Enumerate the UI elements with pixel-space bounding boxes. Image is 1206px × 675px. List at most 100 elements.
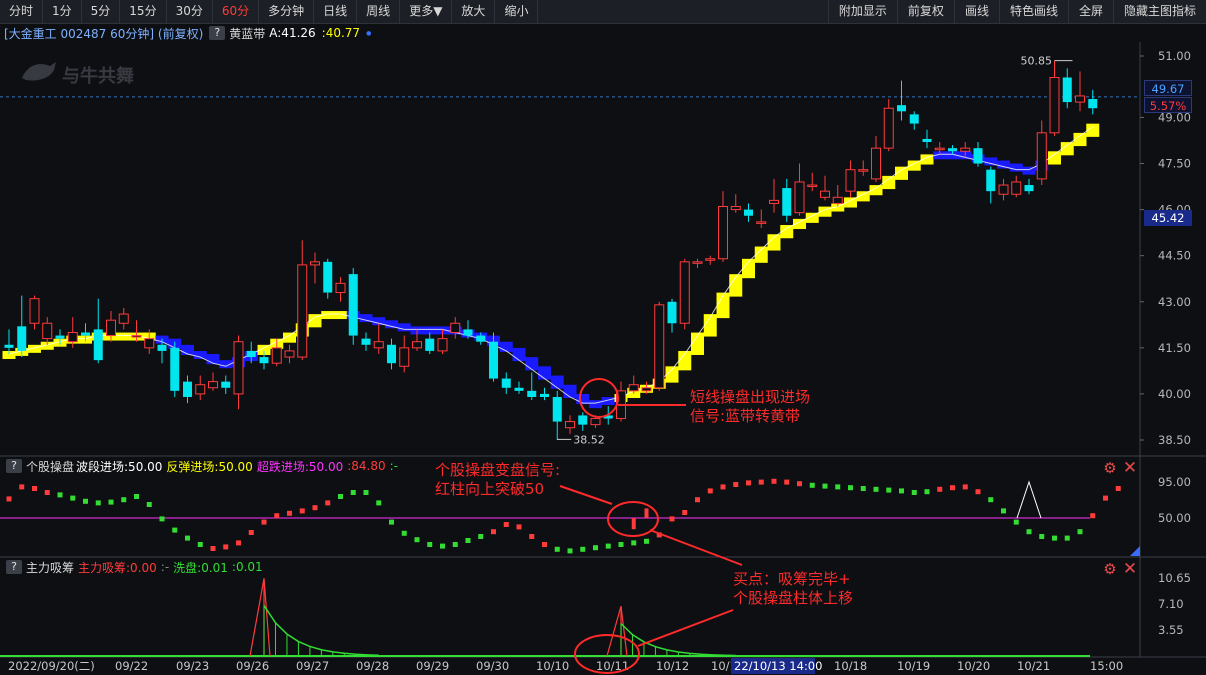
osc-bar	[503, 522, 509, 527]
candle-body-up	[195, 384, 206, 395]
candle-body-down	[501, 378, 511, 388]
osc-bar	[44, 490, 50, 495]
osc-bar	[236, 540, 241, 546]
panel3-absorb-value: 主力吸筹:0.00	[78, 560, 157, 575]
candle-body-up	[284, 350, 295, 358]
panel2-value: :84.80	[347, 459, 386, 473]
osc-bar	[950, 485, 955, 491]
osc-bar	[733, 482, 739, 487]
candle-body-up	[450, 322, 461, 333]
candle-body-down	[361, 338, 371, 345]
x-axis-label-3: 09/26	[236, 659, 269, 673]
osc-bar	[95, 500, 101, 506]
panel3-value3: :0.01	[231, 560, 263, 574]
band-segment	[589, 400, 602, 409]
osc-bar	[848, 485, 853, 491]
osc-bar	[695, 497, 700, 503]
candle-body-up	[437, 338, 448, 352]
candle-body-up	[692, 261, 703, 264]
osc-bar	[784, 479, 790, 485]
osc-bar	[593, 545, 598, 551]
x-axis-label-6: 09/29	[416, 659, 449, 673]
candle-body-up	[641, 387, 652, 392]
osc-bar	[682, 510, 688, 515]
x-axis-label-16: 10/21	[1017, 659, 1050, 673]
candle-body-up	[399, 347, 410, 367]
panel3-close-icon[interactable]: ✕	[1122, 561, 1138, 578]
osc-bar	[554, 546, 560, 552]
candle-body-up	[1049, 77, 1060, 134]
candle-body-up	[29, 298, 40, 324]
absorb-tick-label-0: 10.65	[1158, 571, 1191, 585]
candle-body-up	[934, 147, 945, 151]
candle-body-down	[157, 344, 167, 351]
panel3-help-button[interactable]: ?	[6, 560, 22, 574]
candle-body-down	[667, 301, 677, 324]
osc-bar	[669, 516, 675, 522]
osc-bar	[159, 516, 165, 522]
candle-body-up	[730, 206, 741, 211]
osc-bar	[325, 500, 331, 506]
x-axis-label-4: 09/27	[296, 659, 329, 673]
osc-bar	[771, 478, 777, 484]
osc-bar	[924, 489, 930, 495]
candle-body-up	[208, 381, 218, 389]
candle-body-down	[744, 209, 753, 216]
price-tick-label-0: 51.00	[1158, 49, 1191, 63]
candle-body-down	[909, 114, 919, 124]
annotation-entry-line1: 短线操盘出现进场	[690, 388, 811, 406]
price-tick-label-5: 43.00	[1158, 295, 1191, 309]
osc-bar	[1077, 529, 1083, 535]
watermark-logo: 与牛共舞	[20, 58, 146, 88]
osc-bar	[1052, 535, 1057, 541]
osc-bar	[860, 486, 866, 491]
osc-bar	[299, 508, 305, 514]
osc-bar	[312, 505, 318, 511]
panel2-name: 个股操盘	[26, 459, 75, 474]
candle-body-down	[183, 381, 192, 397]
osc-bar	[197, 542, 203, 547]
osc-bar	[248, 530, 254, 535]
panel3-wash-value: 洗盘:0.01	[173, 560, 228, 575]
osc-bar	[1013, 519, 1019, 525]
candle-body-up	[883, 107, 894, 149]
candle-body-up	[310, 261, 320, 266]
osc-bar	[1103, 495, 1108, 501]
osc-bar	[32, 486, 37, 491]
panel2-title: ? 个股操盘 波段进场:50.00 反弹进场:50.00 超跌进场:50.00 …	[0, 458, 398, 474]
price-tick-label-8: 38.50	[1158, 433, 1191, 447]
x-axis-label-13: 10/18	[834, 659, 867, 673]
osc-bar	[261, 519, 267, 525]
current-price-tag: 49.67	[1144, 80, 1192, 96]
panel2-help-button[interactable]: ?	[6, 459, 22, 473]
candle-body-down	[948, 148, 957, 152]
panel2-value2: :-	[389, 459, 399, 473]
osc-bar	[146, 502, 152, 507]
osc-bar	[746, 480, 751, 486]
panel2-settings-gear-icon[interactable]: ⚙	[1102, 460, 1118, 476]
osc-bar	[1039, 534, 1045, 539]
panel3-sep: :-	[160, 560, 170, 574]
osc-bar	[1064, 535, 1070, 541]
annotation-entry-line2: 信号:蓝带转黄带	[690, 407, 801, 425]
annotation-buy-line2: 个股操盘柱体上移	[733, 589, 854, 607]
candle-body-up	[832, 196, 843, 204]
osc-bar	[1001, 508, 1006, 514]
band-segment	[117, 332, 131, 341]
candle-body-up	[705, 258, 716, 261]
candle-body-down	[476, 335, 486, 342]
osc-bar	[529, 534, 535, 539]
x-axis-label-0: 2022/09/20(二)	[8, 659, 95, 673]
candle-body-up	[144, 338, 155, 349]
osc-triangle-marker	[1016, 480, 1042, 519]
candle-body-down	[425, 338, 435, 351]
x-cursor-label: 22/10/13 14:00	[734, 659, 822, 673]
panel2-close-icon[interactable]: ✕	[1122, 460, 1138, 477]
panel3-settings-gear-icon[interactable]: ⚙	[1102, 561, 1118, 577]
candle-body-down	[540, 393, 549, 397]
candle-body-down	[348, 274, 358, 336]
band-segment	[512, 347, 526, 362]
candle-body-down	[897, 105, 906, 112]
x-axis-label-7: 09/30	[476, 659, 509, 673]
osc-bar	[223, 544, 229, 550]
